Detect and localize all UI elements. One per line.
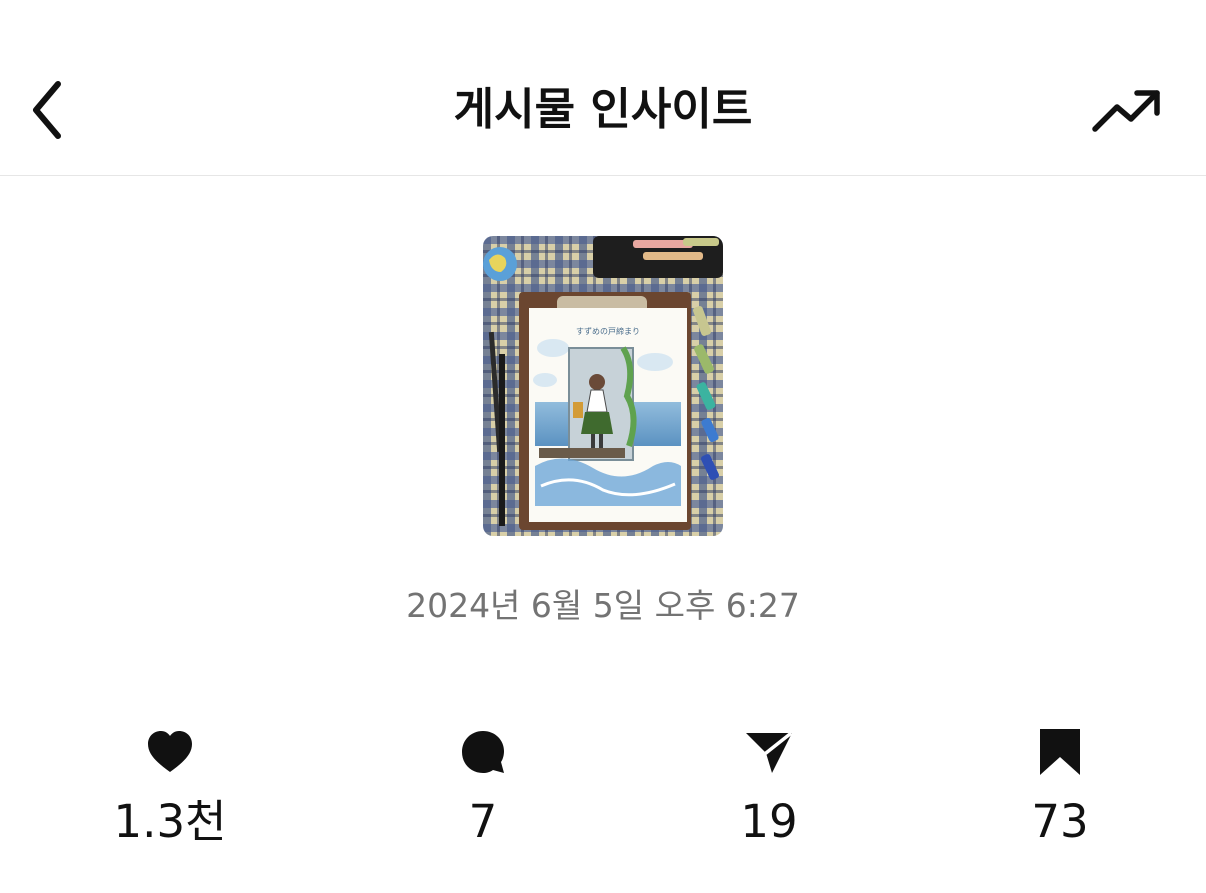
bookmark-icon [1032,724,1088,780]
likes-count: 1.3천 [113,795,227,848]
share-icon [741,724,797,780]
likes-stat: 1.3천 [70,724,270,852]
illustration-thumbnail: すずめの戸締まり [483,236,723,536]
header-bar: 게시물 인사이트 [0,0,1206,176]
comments-stat: 7 [383,724,583,852]
shares-count: 19 [740,795,798,848]
trending-up-icon [1092,90,1160,132]
saves-count: 73 [1031,795,1089,848]
saves-stat: 73 [960,724,1160,852]
shares-stat: 19 [669,724,869,852]
trend-button[interactable] [1084,82,1170,140]
comment-icon [455,724,511,780]
page-title: 게시물 인사이트 [453,84,753,135]
post-timestamp: 2024년 6월 5일 오후 6:27 [406,586,800,625]
svg-text:すずめの戸締まり: すずめの戸締まり [576,326,640,336]
comments-count: 7 [468,795,498,848]
heart-icon [142,724,198,780]
post-thumbnail[interactable]: すずめの戸締まり [483,236,723,536]
